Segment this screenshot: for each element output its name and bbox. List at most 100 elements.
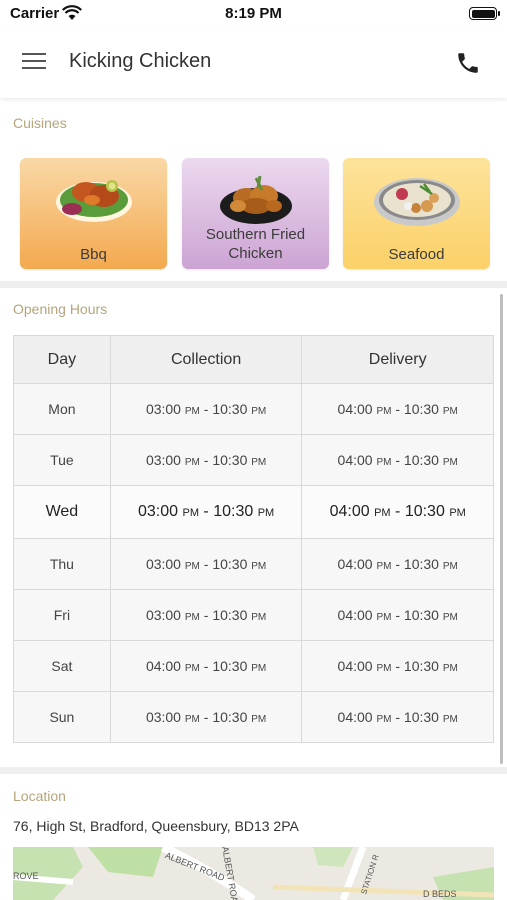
app-header: Kicking Chicken xyxy=(0,28,507,98)
time-suffix: PM xyxy=(442,612,458,623)
day-cell: Sun xyxy=(13,691,111,743)
time-value: 03:00 xyxy=(137,503,179,520)
time-value: 10:30 xyxy=(212,401,248,417)
time-value: 10:30 xyxy=(403,401,439,417)
time-value: 04:00 xyxy=(337,709,373,725)
map-canvas: ALBERT ROAD ALBERT ROAD ROVE STATION R D… xyxy=(13,847,494,900)
time-suffix: PM xyxy=(184,663,200,674)
status-time: 8:19 PM xyxy=(225,5,282,22)
time-value: 10:30 xyxy=(212,709,248,725)
time-value: 10:30 xyxy=(212,556,248,572)
time-suffix: PM xyxy=(184,714,200,725)
time-value: 10:30 xyxy=(403,556,439,572)
time-suffix: PM xyxy=(257,507,275,519)
cuisine-label: Bbq xyxy=(80,246,107,263)
location-label: Location xyxy=(13,788,66,804)
time-suffix: PM xyxy=(251,457,267,468)
collection-time-cell: 03:00 PM - 10:30 PM xyxy=(109,589,303,641)
time-suffix: PM xyxy=(184,406,200,417)
time-suffix: PM xyxy=(442,457,458,468)
cuisines-list: Bbq Southern Fried Chicken Seafood xyxy=(20,158,492,270)
time-value: 03:00 xyxy=(145,452,181,468)
time-suffix: PM xyxy=(376,612,392,623)
opening-hours-table: Day Collection Delivery Mon 03:00 PM - 10… xyxy=(13,335,494,743)
phone-icon[interactable] xyxy=(455,50,481,76)
table-header-row: Day Collection Delivery xyxy=(13,335,494,384)
time-suffix: PM xyxy=(374,507,391,519)
time-suffix: PM xyxy=(184,457,200,468)
status-bar: Carrier 8:19 PM xyxy=(0,0,507,28)
time-suffix: PM xyxy=(442,561,458,572)
time-value: 10:30 xyxy=(403,607,439,623)
time-suffix: PM xyxy=(442,406,458,417)
time-value: 04:00 xyxy=(329,503,370,520)
delivery-time-cell: 04:00 PM - 10:30 PM xyxy=(301,383,494,435)
time-value: 04:00 xyxy=(337,658,373,674)
time-suffix: PM xyxy=(251,663,267,674)
time-value: 03:00 xyxy=(145,607,181,623)
time-suffix: PM xyxy=(251,561,267,572)
collection-time-cell: 03:00 PM - 10:30 PM xyxy=(109,383,303,435)
cuisine-card-seafood[interactable]: Seafood xyxy=(343,158,490,269)
table-row: Tue 03:00 PM - 10:30 PM 04:00 PM - 10:30 P… xyxy=(13,434,494,486)
delivery-time-cell: 04:00 PM - 10:30 PM xyxy=(301,485,494,539)
time-suffix: PM xyxy=(376,457,392,468)
time-suffix: PM xyxy=(251,406,267,417)
time-suffix: PM xyxy=(376,406,392,417)
section-divider xyxy=(0,767,507,774)
day-cell: Wed xyxy=(13,485,111,539)
cuisine-label: Seafood xyxy=(388,246,445,263)
time-value: 10:30 xyxy=(403,452,439,468)
time-value: 03:00 xyxy=(145,709,181,725)
page-title: Kicking Chicken xyxy=(69,50,212,72)
map-label: D BEDS xyxy=(423,889,457,899)
cuisine-label: Southern Fried Chicken xyxy=(205,226,306,262)
time-value: 10:30 xyxy=(212,658,248,674)
scrollbar[interactable] xyxy=(500,294,503,764)
opening-hours-rows: Mon 03:00 PM - 10:30 PM 04:00 PM - 10:30 P… xyxy=(13,383,494,743)
time-suffix: PM xyxy=(184,561,200,572)
time-value: 10:30 xyxy=(213,503,254,520)
day-cell: Thu xyxy=(13,538,111,590)
location-map[interactable]: ALBERT ROAD ALBERT ROAD ROVE STATION R D… xyxy=(13,847,494,900)
time-value: 03:00 xyxy=(145,401,181,417)
time-value: 04:00 xyxy=(337,452,373,468)
time-suffix: PM xyxy=(376,561,392,572)
cuisine-card-bbq[interactable]: Bbq xyxy=(20,158,167,269)
opening-hours-label: Opening Hours xyxy=(13,301,108,317)
time-suffix: PM xyxy=(251,612,267,623)
hamburger-menu-icon[interactable] xyxy=(22,51,48,73)
fried-chicken-image xyxy=(219,175,292,224)
delivery-time-cell: 04:00 PM - 10:30 PM xyxy=(301,589,494,641)
table-row: Fri 03:00 PM - 10:30 PM 04:00 PM - 10:30 P… xyxy=(13,589,494,641)
table-row: Wed 03:00 PM - 10:30 PM 04:00 PM - 10:30 P… xyxy=(13,485,494,539)
time-suffix: PM xyxy=(449,507,466,519)
day-cell: Tue xyxy=(13,434,111,486)
bbq-dish-image xyxy=(55,180,132,222)
time-suffix: PM xyxy=(251,714,267,725)
day-cell: Sat xyxy=(13,640,111,692)
day-cell: Mon xyxy=(13,383,111,435)
time-value: 10:30 xyxy=(403,658,439,674)
time-suffix: PM xyxy=(376,714,392,725)
header-day: Day xyxy=(13,335,111,384)
header-collection: Collection xyxy=(109,335,303,384)
map-label: ROVE xyxy=(13,871,39,881)
collection-time-cell: 03:00 PM - 10:30 PM xyxy=(109,538,303,590)
time-suffix: PM xyxy=(184,612,200,623)
table-row: Mon 03:00 PM - 10:30 PM 04:00 PM - 10:30 P… xyxy=(13,383,494,435)
delivery-time-cell: 04:00 PM - 10:30 PM xyxy=(301,538,494,590)
time-suffix: PM xyxy=(442,714,458,725)
header-delivery: Delivery xyxy=(301,335,494,384)
time-suffix: PM xyxy=(182,507,199,519)
cuisine-card-southern-fried-chicken[interactable]: Southern Fried Chicken xyxy=(182,158,329,269)
section-divider xyxy=(0,281,507,288)
collection-time-cell: 03:00 PM - 10:30 PM xyxy=(109,691,303,743)
seafood-dish-image xyxy=(373,178,460,226)
collection-time-cell: 03:00 PM - 10:30 PM xyxy=(109,434,303,486)
time-value: 04:00 xyxy=(145,658,181,674)
day-cell: Fri xyxy=(13,589,111,641)
time-value: 10:30 xyxy=(212,452,248,468)
collection-time-cell: 03:00 PM - 10:30 PM xyxy=(109,485,303,539)
delivery-time-cell: 04:00 PM - 10:30 PM xyxy=(301,691,494,743)
